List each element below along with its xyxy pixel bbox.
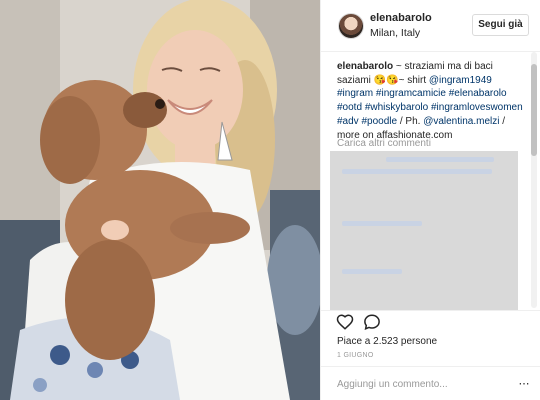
caption-hashtag[interactable]: #poodle <box>361 116 397 127</box>
avatar[interactable] <box>338 13 364 39</box>
photo-illustration <box>0 0 320 400</box>
caption-hashtag[interactable]: #ootd <box>337 102 362 113</box>
caption-hashtag[interactable]: #whiskybarolo <box>365 102 428 113</box>
caption-emoji: 😘😘 <box>373 74 399 86</box>
placeholder-line <box>342 169 492 174</box>
more-options-icon[interactable]: ⋯ <box>517 378 531 390</box>
caption-hashtag[interactable]: #ingramloveswomen <box>431 102 523 113</box>
likes-count[interactable]: Piace a 2.523 persone <box>337 336 437 347</box>
caption-username[interactable]: elenabarolo <box>337 61 393 72</box>
location-link[interactable]: Milan, Italy <box>370 27 420 39</box>
post-date: 1 GIUGNO <box>337 352 374 359</box>
caption-text: / Ph. <box>397 115 424 127</box>
caption-mention[interactable]: @valentina.melzi <box>423 116 499 127</box>
post-header: elenabarolo Milan, Italy Segui già <box>321 0 540 52</box>
following-button[interactable]: Segui già <box>472 14 529 36</box>
caption-text: ~ shirt <box>398 74 429 86</box>
post-side-panel: elenabarolo Milan, Italy Segui già elena… <box>320 0 540 400</box>
caption-hashtag[interactable]: #adv <box>337 116 359 127</box>
placeholder-line <box>342 269 402 274</box>
comment-bubble-icon[interactable] <box>363 313 381 331</box>
post-photo[interactable] <box>0 0 320 400</box>
username-link[interactable]: elenabarolo <box>370 12 432 24</box>
post-caption: elenabarolo ~ straziami ma di baci sazia… <box>337 60 527 142</box>
caption-hashtag[interactable]: #ingram <box>337 88 373 99</box>
placeholder-line <box>342 221 422 226</box>
caption-hashtag[interactable]: #elenabarolo <box>449 88 507 99</box>
caption-hashtag[interactable]: #ingramcamicie <box>376 88 446 99</box>
add-comment-input[interactable] <box>337 376 507 392</box>
comments-placeholder-block <box>330 151 518 310</box>
placeholder-line <box>386 157 494 162</box>
post-actions <box>321 310 540 332</box>
scrollbar-thumb[interactable] <box>531 64 537 156</box>
load-more-comments-link[interactable]: Carica altri commenti <box>337 138 431 149</box>
caption-mention[interactable]: @ingram1949 <box>429 75 492 86</box>
comment-bar: ⋯ <box>321 366 540 400</box>
heart-icon[interactable] <box>336 313 354 331</box>
comments-scrollbar[interactable] <box>531 52 537 308</box>
